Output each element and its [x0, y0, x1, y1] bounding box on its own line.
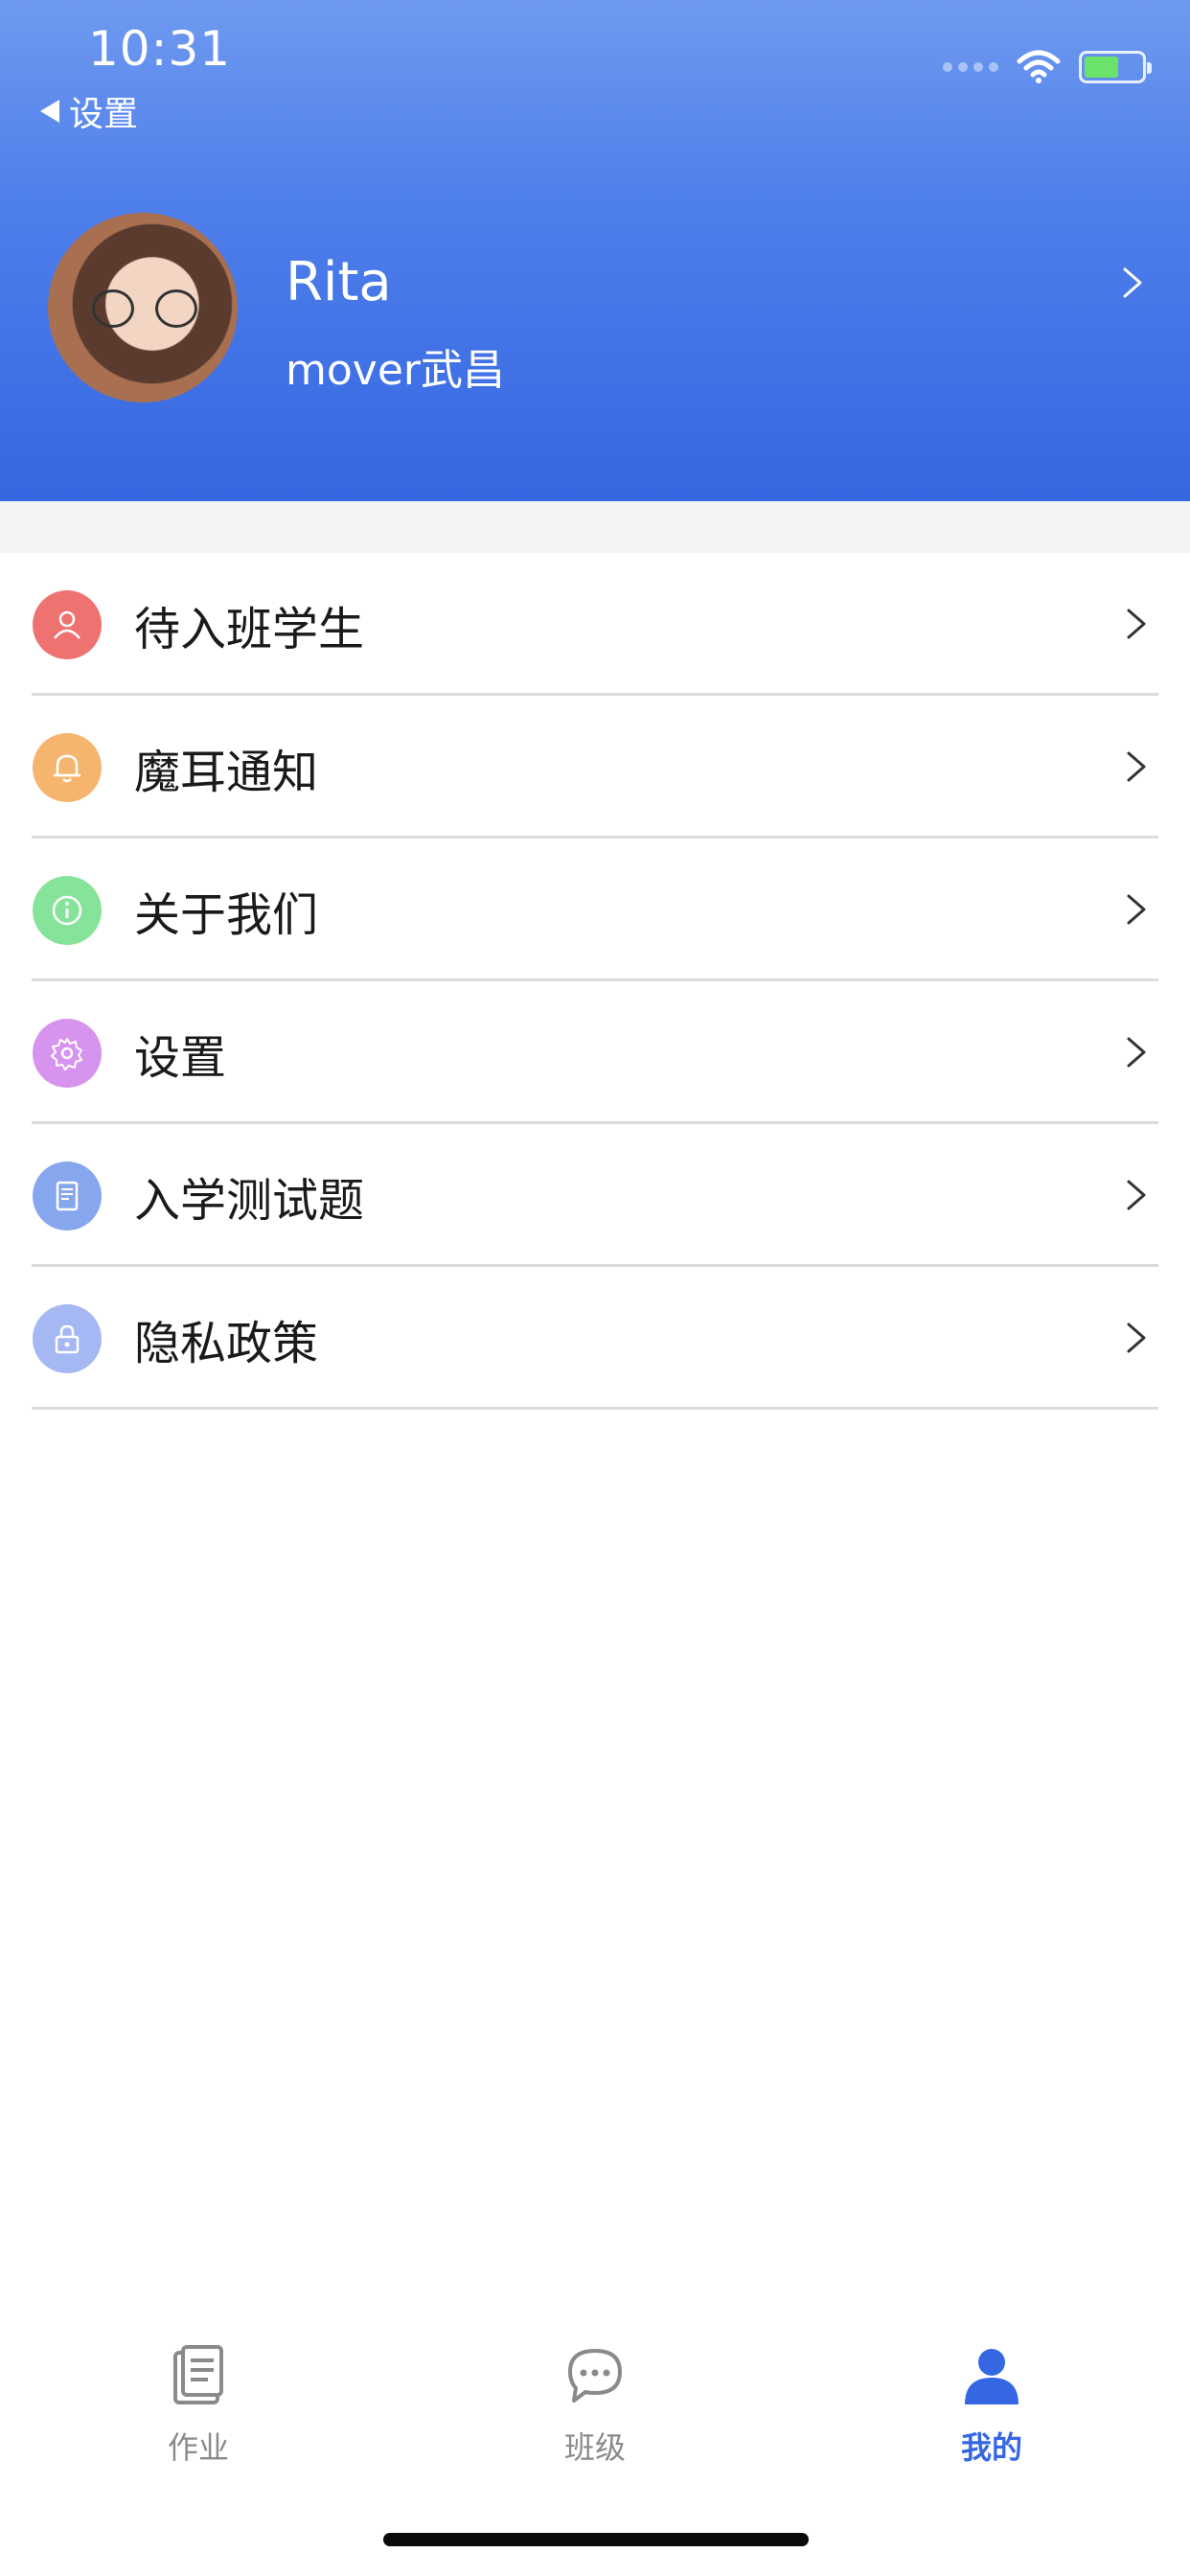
tab-bar: 作业 班级 我的 — [0, 2314, 1190, 2487]
menu-item-privacy-policy[interactable]: 隐私政策 — [0, 1267, 1190, 1410]
homework-icon — [173, 2345, 223, 2404]
person-icon — [965, 2349, 1018, 2404]
chevron-right-icon — [1127, 609, 1146, 639]
home-indicator[interactable] — [383, 2533, 809, 2546]
document-icon — [33, 1161, 102, 1230]
chevron-right-icon[interactable] — [1113, 264, 1152, 302]
avatar[interactable] — [48, 213, 238, 402]
battery-icon — [1079, 51, 1152, 83]
settings-menu: 待入班学生 魔耳通知 关于我们 设置 入学测试题 隐私政策 — [0, 553, 1190, 1410]
menu-item-entrance-test[interactable]: 入学测试题 — [0, 1124, 1190, 1267]
gear-icon — [33, 1018, 102, 1088]
section-gap — [0, 501, 1190, 553]
menu-item-about-us[interactable]: 关于我们 — [0, 839, 1190, 981]
chevron-right-icon — [1127, 1180, 1146, 1210]
menu-item-label: 设置 — [134, 1030, 227, 1085]
info-icon — [33, 875, 102, 945]
menu-item-notifications[interactable]: 魔耳通知 — [0, 696, 1190, 839]
signal-icon — [943, 62, 998, 72]
back-label: 设置 — [69, 95, 139, 134]
back-to-settings-link[interactable]: 设置 — [40, 86, 138, 136]
tab-label: 我的 — [960, 2429, 1022, 2466]
profile-header: 10:31 设置 Rita mover武昌 — [0, 0, 1190, 501]
bell-icon — [33, 732, 102, 802]
divider — [32, 1407, 1158, 1410]
lock-icon — [33, 1303, 102, 1373]
chevron-right-icon — [1127, 751, 1146, 782]
person-icon — [33, 589, 102, 659]
chat-icon — [568, 2349, 622, 2403]
profile-subtitle: mover武昌 — [286, 346, 505, 395]
tab-mine[interactable]: 我的 — [793, 2314, 1190, 2487]
tab-homework[interactable]: 作业 — [0, 2314, 397, 2487]
tab-label: 作业 — [167, 2429, 229, 2466]
menu-item-label: 待入班学生 — [134, 602, 365, 656]
status-indicators — [943, 50, 1152, 84]
chevron-right-icon — [1127, 1322, 1146, 1353]
tab-label: 班级 — [563, 2429, 626, 2466]
menu-item-settings[interactable]: 设置 — [0, 981, 1190, 1124]
menu-item-label: 隐私政策 — [134, 1316, 319, 1370]
menu-item-label: 入学测试题 — [134, 1173, 365, 1228]
profile-name: Rita — [286, 251, 392, 313]
back-triangle-icon — [40, 100, 59, 123]
wifi-icon — [1017, 50, 1061, 83]
chevron-right-icon — [1127, 894, 1146, 925]
chevron-right-icon — [1127, 1037, 1146, 1068]
menu-item-label: 关于我们 — [134, 887, 319, 942]
menu-item-label: 魔耳通知 — [134, 745, 319, 799]
menu-item-pending-students[interactable]: 待入班学生 — [0, 553, 1190, 696]
tab-class[interactable]: 班级 — [397, 2314, 793, 2487]
status-time: 10:31 — [88, 21, 232, 77]
